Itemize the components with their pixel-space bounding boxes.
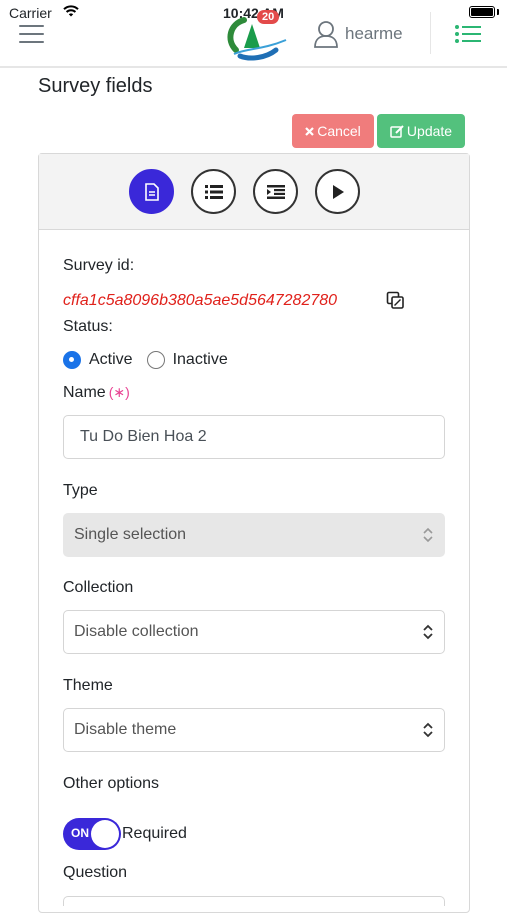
update-label: Update	[406, 123, 453, 139]
name-input[interactable]: Tu Do Bien Hoa 2	[63, 415, 445, 459]
name-value: Tu Do Bien Hoa 2	[80, 428, 207, 445]
close-icon	[305, 126, 314, 136]
toggle-knob	[91, 820, 119, 848]
indent-icon	[266, 184, 285, 199]
type-value: Single selection	[74, 526, 187, 543]
play-icon	[332, 184, 344, 199]
status-radio-group: Active Inactive	[63, 351, 228, 369]
survey-id-value: cffa1c5a8096b380a5ae5d5647282780	[63, 292, 338, 309]
cancel-label: Cancel	[317, 123, 361, 139]
menu-icon[interactable]	[19, 24, 44, 44]
question-input[interactable]	[63, 896, 445, 906]
nav-divider	[430, 12, 431, 54]
toggle-state: ON	[71, 826, 89, 840]
theme-value: Disable theme	[74, 721, 177, 738]
list-icon	[204, 184, 223, 199]
theme-select[interactable]: Disable theme	[63, 708, 445, 752]
other-options-label: Other options	[63, 775, 160, 792]
step-details[interactable]	[129, 169, 174, 214]
user-icon	[314, 21, 338, 48]
notification-badge: 20	[257, 10, 280, 24]
collection-label: Collection	[63, 579, 134, 596]
step-indent[interactable]	[253, 169, 298, 214]
chevron-updown-icon	[423, 527, 433, 543]
copy-icon[interactable]	[386, 291, 405, 310]
radio-inactive[interactable]	[146, 351, 165, 369]
collection-value: Disable collection	[74, 623, 199, 640]
required-marker: (∗)	[108, 384, 130, 400]
collection-select[interactable]: Disable collection	[63, 610, 445, 654]
name-label: Name (∗)	[63, 384, 130, 401]
chevron-updown-icon	[423, 624, 433, 640]
required-label: Required	[122, 825, 187, 842]
page-title: Survey fields	[38, 75, 153, 97]
list-menu-icon[interactable]	[454, 24, 482, 44]
status-label: Status:	[63, 318, 113, 335]
step-navigation	[39, 154, 469, 230]
update-button[interactable]: Update	[377, 114, 465, 148]
step-list[interactable]	[191, 169, 236, 214]
type-select: Single selection	[63, 513, 445, 557]
step-preview[interactable]	[315, 169, 360, 214]
theme-label: Theme	[63, 677, 113, 694]
user-menu[interactable]: hearme	[313, 20, 403, 48]
document-icon	[144, 182, 159, 201]
radio-active-label: Active	[89, 351, 133, 368]
question-label: Question	[63, 864, 128, 881]
cancel-button[interactable]: Cancel	[292, 114, 374, 148]
radio-inactive-label: Inactive	[172, 351, 228, 368]
survey-id-label: Survey id:	[63, 257, 135, 274]
username: hearme	[345, 24, 403, 43]
chevron-updown-icon	[423, 722, 433, 738]
radio-active[interactable]	[63, 351, 81, 369]
edit-icon	[390, 124, 404, 138]
type-label: Type	[63, 482, 98, 499]
top-navbar: 20 hearme	[0, 0, 507, 68]
required-toggle[interactable]: ON	[63, 818, 121, 850]
